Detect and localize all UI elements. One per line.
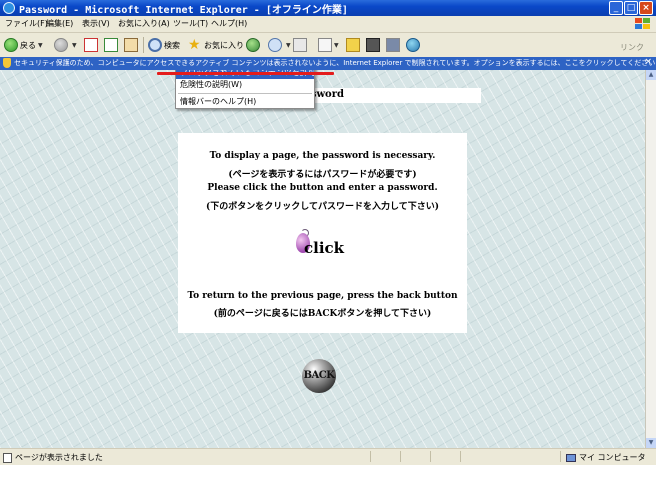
back-label: 戻る xyxy=(20,40,36,50)
click-label: click xyxy=(304,239,345,257)
shield-icon xyxy=(3,58,11,68)
instruction-line-4: (下のボタンをクリックしてパスワードを入力して下さい) xyxy=(206,202,439,212)
tools-icon xyxy=(386,38,400,52)
menu-edit[interactable]: 編集(E) xyxy=(46,18,73,29)
menu-help[interactable]: ヘルプ(H) xyxy=(211,18,247,29)
blank-area xyxy=(0,465,656,492)
password-panel: To display a page, the password is neces… xyxy=(178,133,467,333)
refresh-icon xyxy=(104,38,118,52)
page-content: password ブロックされているコンテンツを許可(A)... 危険性の説明(… xyxy=(0,70,645,448)
infobar-dropdown-menu: ブロックされているコンテンツを許可(A)... 危険性の説明(W) 情報バーのヘ… xyxy=(175,70,315,109)
information-bar[interactable]: セキュリティ保護のため、コンピュータにアクセスできるアクティブ コンテンツは表示… xyxy=(0,57,656,70)
toolbar-divider xyxy=(143,37,144,53)
menu-tools[interactable]: ツール(T) xyxy=(173,18,208,29)
menu-infobar-help[interactable]: 情報バーのヘルプ(H) xyxy=(176,96,314,108)
forward-arrow-icon xyxy=(54,38,68,52)
scroll-up-arrow-icon[interactable]: ▲ xyxy=(646,70,656,80)
status-divider xyxy=(430,451,431,462)
chevron-down-icon: ▼ xyxy=(72,41,77,49)
scroll-down-arrow-icon[interactable]: ▼ xyxy=(646,438,656,448)
ie-icon xyxy=(3,2,15,14)
search-button[interactable]: 検索 xyxy=(148,37,180,53)
infobar-text: セキュリティ保護のため、コンピュータにアクセスできるアクティブ コンテンツは表示… xyxy=(14,59,656,67)
links-label[interactable]: リンク xyxy=(620,42,644,53)
status-divider xyxy=(370,451,371,462)
stop-button[interactable] xyxy=(84,37,98,53)
instruction-line-1: To display a page, the password is neces… xyxy=(209,151,436,161)
messenger-icon xyxy=(406,38,420,52)
page-icon xyxy=(3,452,12,463)
close-button[interactable]: × xyxy=(639,1,653,15)
status-divider xyxy=(400,451,401,462)
back-page-button[interactable]: BACK xyxy=(302,359,336,393)
windows-logo-icon xyxy=(635,18,650,29)
menu-risk-explanation[interactable]: 危険性の説明(W) xyxy=(176,79,314,91)
maximize-button[interactable]: □ xyxy=(624,1,638,15)
tools-button[interactable] xyxy=(386,37,400,53)
home-icon xyxy=(124,38,138,52)
refresh-button[interactable] xyxy=(104,37,118,53)
forward-button[interactable]: ▼ xyxy=(54,37,77,53)
menu-bar: ファイル(F) 編集(E) 表示(V) お気に入り(A) ツール(T) ヘルプ(… xyxy=(0,16,656,33)
favorites-button[interactable]: ★ お気に入り xyxy=(188,37,244,53)
menu-view[interactable]: 表示(V) xyxy=(82,18,110,29)
back-button[interactable]: 戻る ▼ xyxy=(4,37,43,53)
zone-text: マイ コンピュータ xyxy=(579,453,646,462)
printer-icon xyxy=(293,38,307,52)
status-text: ページが表示されました xyxy=(15,453,103,462)
chevron-down-icon: ▼ xyxy=(286,41,291,49)
instruction-line-3: Please click the button and enter a pass… xyxy=(207,183,438,193)
menu-separator xyxy=(178,93,312,94)
history-button[interactable] xyxy=(246,37,262,53)
messenger-button[interactable] xyxy=(406,37,422,53)
mail-button[interactable]: ▼ xyxy=(268,37,291,53)
close-icon[interactable]: × xyxy=(644,57,652,67)
folder-icon xyxy=(346,38,360,52)
my-computer-icon xyxy=(566,453,576,462)
search-icon xyxy=(148,38,162,52)
click-button[interactable]: click xyxy=(294,229,354,263)
print-button[interactable] xyxy=(293,37,307,53)
minimize-button[interactable]: _ xyxy=(609,1,623,15)
chevron-down-icon: ▼ xyxy=(38,41,43,49)
stop-icon xyxy=(84,38,98,52)
chevron-down-icon: ▼ xyxy=(334,41,339,49)
search-label: 検索 xyxy=(164,40,180,50)
research-icon xyxy=(366,38,380,52)
folder-button[interactable] xyxy=(346,37,360,53)
window-title: Password - Microsoft Internet Explorer -… xyxy=(19,5,348,16)
status-divider xyxy=(460,451,461,462)
status-divider xyxy=(560,451,561,462)
home-button[interactable] xyxy=(124,37,138,53)
red-underline-annotation xyxy=(157,72,334,75)
star-icon: ★ xyxy=(188,37,201,53)
edit-button[interactable]: ▼ xyxy=(318,37,339,53)
research-button[interactable] xyxy=(366,37,380,53)
back-arrow-icon xyxy=(4,38,18,52)
toolbar: 戻る ▼ ▼ 検索 ★ お気に入り ▼ ▼ リンク xyxy=(0,33,656,58)
favorites-label: お気に入り xyxy=(204,40,244,50)
status-bar: ページが表示されました マイ コンピュータ xyxy=(0,448,656,465)
return-line-1: To return to the previous page, press th… xyxy=(187,291,458,301)
vertical-scrollbar[interactable]: ▲ ▼ xyxy=(645,70,656,448)
instruction-line-2: (ページを表示するにはパスワードが必要です) xyxy=(228,170,417,180)
history-icon xyxy=(246,38,260,52)
mail-icon xyxy=(268,38,282,52)
return-line-2: (前のページに戻るにはBACKボタンを押して下さい) xyxy=(213,309,432,319)
menu-file[interactable]: ファイル(F) xyxy=(5,18,48,29)
back-page-label: BACK xyxy=(303,370,335,381)
title-bar: Password - Microsoft Internet Explorer -… xyxy=(0,0,656,16)
menu-favorites[interactable]: お気に入り(A) xyxy=(118,18,170,29)
edit-icon xyxy=(318,38,332,52)
